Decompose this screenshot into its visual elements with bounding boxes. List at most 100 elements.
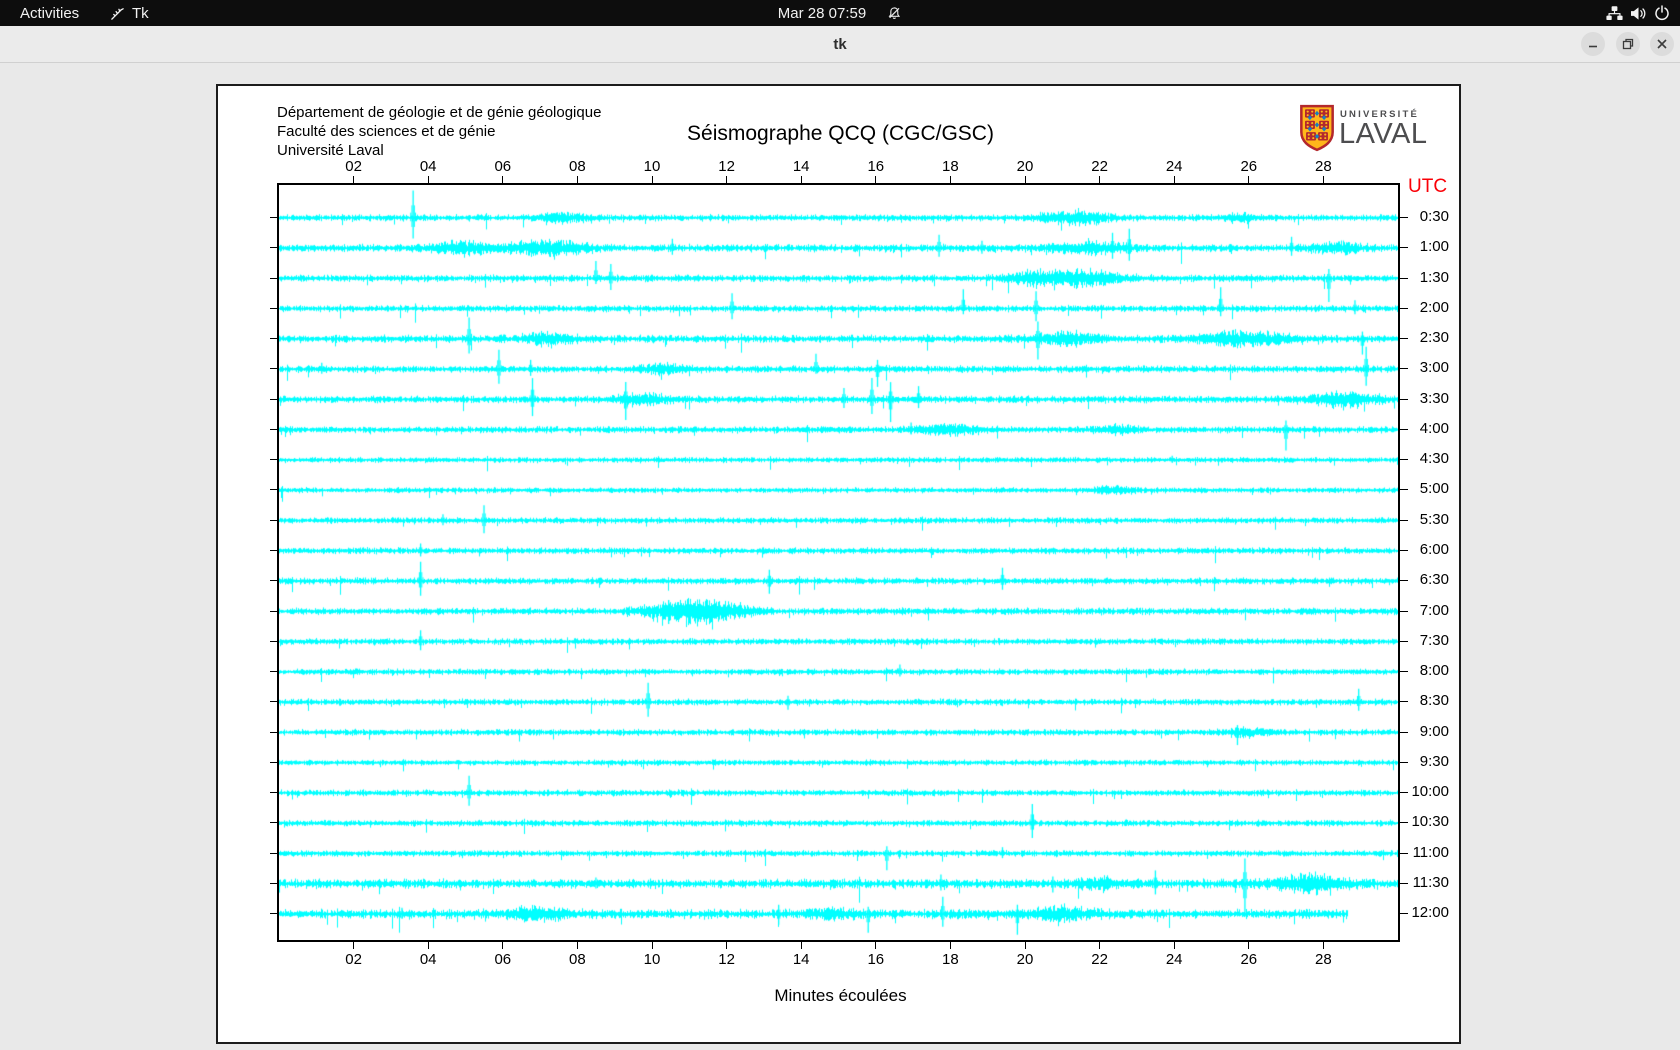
- row-tick-left: [270, 792, 277, 793]
- window-title: tk: [0, 26, 1680, 62]
- row-tick-left: [270, 308, 277, 309]
- row-time-label: 9:00: [1369, 723, 1449, 740]
- x-tick-top: [801, 176, 802, 183]
- x-tick-top: [577, 176, 578, 183]
- x-tick-top: [1323, 176, 1324, 183]
- x-tick-top: [652, 176, 653, 183]
- row-tick-left: [270, 217, 277, 218]
- network-icon: [1606, 6, 1623, 21]
- row-tick-left: [270, 278, 277, 279]
- x-tick-bottom: [1099, 942, 1100, 949]
- row-tick-left: [270, 368, 277, 369]
- laval-shield-icon: [1298, 104, 1336, 152]
- row-time-label: 4:00: [1369, 420, 1449, 437]
- x-axis-title: Minutes écoulées: [218, 986, 1463, 1006]
- row-tick-left: [270, 732, 277, 733]
- maximize-button[interactable]: [1616, 32, 1640, 56]
- activities-button[interactable]: Activities: [12, 0, 87, 26]
- row-time-label: 10:00: [1369, 783, 1449, 800]
- system-status-area[interactable]: [1606, 0, 1670, 26]
- row-time-label: 3:00: [1369, 359, 1449, 376]
- row-time-label: 11:00: [1369, 844, 1449, 861]
- row-time-label: 2:00: [1369, 299, 1449, 316]
- x-tick-bottom: [1248, 942, 1249, 949]
- x-tick-bottom: [577, 942, 578, 949]
- row-tick-left: [270, 762, 277, 763]
- window-content: Département de géologie et de génie géol…: [0, 63, 1680, 1050]
- minimize-button[interactable]: [1581, 32, 1605, 56]
- x-tick-label-bottom: 28: [1308, 951, 1338, 968]
- x-tick-label-top: 28: [1308, 158, 1338, 175]
- x-tick-label-top: 26: [1234, 158, 1264, 175]
- x-tick-bottom: [726, 942, 727, 949]
- x-tick-label-bottom: 02: [339, 951, 369, 968]
- x-tick-bottom: [1174, 942, 1175, 949]
- row-time-label: 6:00: [1369, 541, 1449, 558]
- x-tick-top: [353, 176, 354, 183]
- row-time-label: 5:00: [1369, 480, 1449, 497]
- desktop: Activities Tk Mar 28 07:59: [0, 0, 1680, 1050]
- x-tick-label-top: 24: [1159, 158, 1189, 175]
- close-button[interactable]: [1650, 32, 1674, 56]
- x-tick-label-bottom: 18: [935, 951, 965, 968]
- row-time-label: 3:30: [1369, 390, 1449, 407]
- row-tick-left: [270, 641, 277, 642]
- x-tick-label-bottom: 04: [413, 951, 443, 968]
- x-tick-label-bottom: 06: [488, 951, 518, 968]
- x-tick-label-bottom: 10: [637, 951, 667, 968]
- row-tick-left: [270, 853, 277, 854]
- row-tick-left: [270, 701, 277, 702]
- tk-icon: [110, 6, 125, 21]
- x-tick-bottom: [353, 942, 354, 949]
- row-tick-left: [270, 520, 277, 521]
- x-tick-label-bottom: 08: [562, 951, 592, 968]
- header-line-1: Département de géologie et de génie géol…: [277, 103, 601, 122]
- x-tick-top: [726, 176, 727, 183]
- row-time-label: 4:30: [1369, 450, 1449, 467]
- x-tick-label-top: 04: [413, 158, 443, 175]
- x-tick-bottom: [875, 942, 876, 949]
- gnome-top-bar: Activities Tk Mar 28 07:59: [0, 0, 1680, 26]
- row-tick-left: [270, 550, 277, 551]
- row-tick-left: [270, 489, 277, 490]
- x-tick-top: [950, 176, 951, 183]
- x-tick-label-bottom: 24: [1159, 951, 1189, 968]
- bell-slash-icon: [887, 6, 902, 21]
- window-titlebar[interactable]: tk: [0, 26, 1680, 63]
- row-time-label: 6:30: [1369, 571, 1449, 588]
- x-tick-label-top: 18: [935, 158, 965, 175]
- row-time-label: 7:30: [1369, 632, 1449, 649]
- x-tick-label-top: 12: [712, 158, 742, 175]
- x-tick-bottom: [428, 942, 429, 949]
- clock-button[interactable]: Mar 28 07:59: [778, 0, 902, 26]
- row-time-label: 10:30: [1369, 813, 1449, 830]
- row-tick-left: [270, 671, 277, 672]
- row-time-label: 9:30: [1369, 753, 1449, 770]
- x-tick-top: [1025, 176, 1026, 183]
- row-time-label: 12:00: [1369, 904, 1449, 921]
- x-tick-label-top: 02: [339, 158, 369, 175]
- app-menu-button[interactable]: Tk: [104, 0, 155, 26]
- universite-laval-logo: UNIVERSITÉ LAVAL: [1298, 100, 1448, 158]
- x-tick-top: [1174, 176, 1175, 183]
- seismogram-traces: [279, 185, 1398, 940]
- x-tick-label-bottom: 16: [861, 951, 891, 968]
- plot-title: Séismographe QCQ (CGC/GSC): [218, 122, 1463, 146]
- row-tick-left: [270, 247, 277, 248]
- row-tick-left: [270, 883, 277, 884]
- app-menu-label: Tk: [132, 5, 149, 22]
- x-tick-top: [428, 176, 429, 183]
- x-tick-label-top: 08: [562, 158, 592, 175]
- row-time-label: 8:30: [1369, 692, 1449, 709]
- x-tick-bottom: [801, 942, 802, 949]
- row-time-label: 7:00: [1369, 602, 1449, 619]
- row-tick-left: [270, 338, 277, 339]
- row-time-label: 11:30: [1369, 874, 1449, 891]
- power-icon: [1654, 5, 1670, 21]
- row-tick-left: [270, 429, 277, 430]
- row-time-label: 5:30: [1369, 511, 1449, 528]
- x-tick-top: [1248, 176, 1249, 183]
- row-time-label: 1:00: [1369, 238, 1449, 255]
- x-tick-label-bottom: 26: [1234, 951, 1264, 968]
- x-tick-bottom: [1323, 942, 1324, 949]
